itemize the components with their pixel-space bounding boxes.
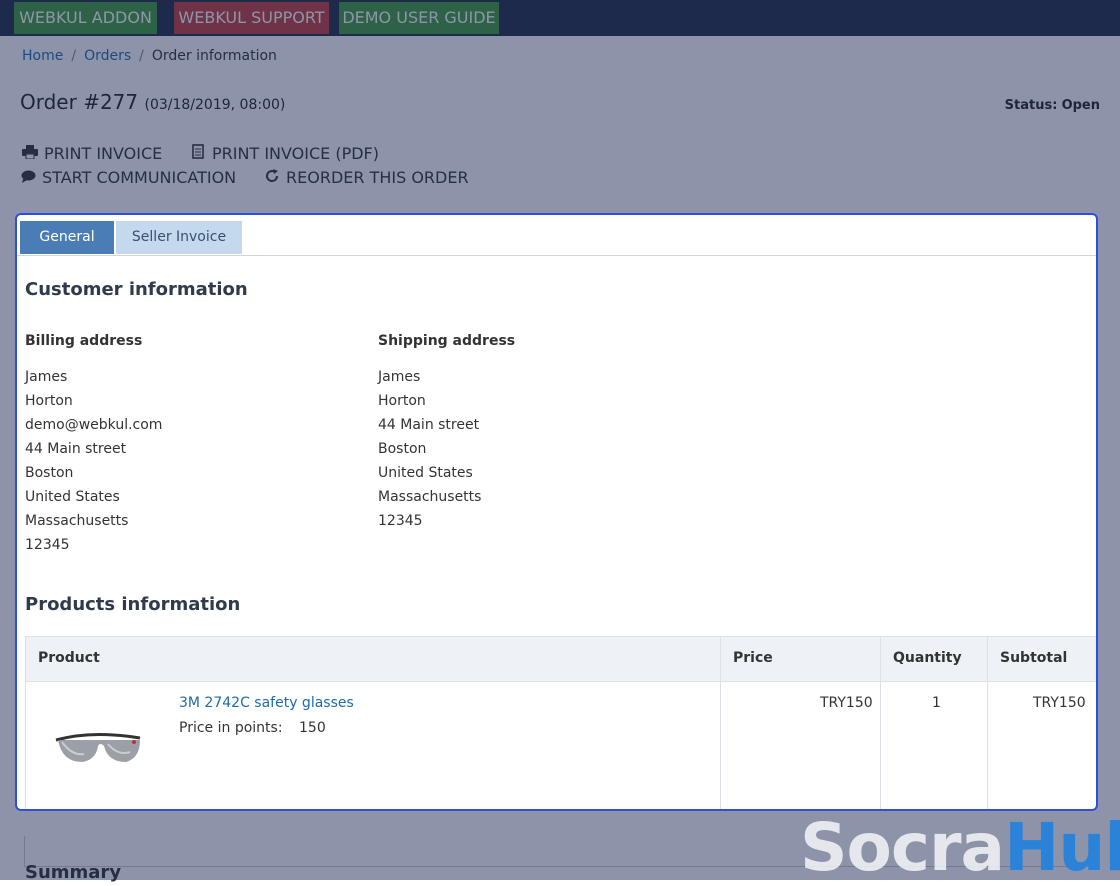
watermark-part-hub: Hub xyxy=(1004,809,1120,886)
product-points-label: Price in points: xyxy=(179,720,283,736)
billing-first-name: James xyxy=(25,369,68,385)
billing-city: Boston xyxy=(25,465,74,481)
column-divider xyxy=(880,636,881,809)
billing-email: demo@webkul.com xyxy=(25,417,163,433)
billing-address-heading: Billing address xyxy=(25,333,143,349)
tab-bar: General Seller Invoice xyxy=(17,215,1096,256)
shipping-first-name: James xyxy=(378,369,421,385)
table-header: Product Price Quantity Subtotal xyxy=(26,636,1096,682)
highlighted-order-panel: General Seller Invoice Customer informat… xyxy=(15,213,1098,811)
billing-zip: 12345 xyxy=(25,537,70,553)
product-points-value: 150 xyxy=(299,720,326,736)
billing-state: Massachusetts xyxy=(25,513,129,529)
watermark-part-socra: Socra xyxy=(800,809,1005,886)
product-price: TRY150 xyxy=(820,695,873,711)
column-product: Product xyxy=(38,650,100,666)
column-subtotal: Subtotal xyxy=(1000,650,1068,666)
column-price: Price xyxy=(733,650,773,666)
tab-seller-invoice[interactable]: Seller Invoice xyxy=(116,221,242,254)
shipping-country: United States xyxy=(378,465,473,481)
shipping-city: Boston xyxy=(378,441,427,457)
customer-information-heading: Customer information xyxy=(25,279,248,300)
product-image[interactable] xyxy=(52,728,144,776)
product-subtotal: TRY150 xyxy=(1033,695,1086,711)
billing-last-name: Horton xyxy=(25,393,73,409)
product-name-link[interactable]: 3M 2742C safety glasses xyxy=(179,695,354,711)
tab-general[interactable]: General xyxy=(20,221,114,254)
column-divider xyxy=(720,636,721,809)
billing-street: 44 Main street xyxy=(25,441,127,457)
product-quantity: 1 xyxy=(932,695,941,711)
shipping-zip: 12345 xyxy=(378,513,423,529)
billing-country: United States xyxy=(25,489,120,505)
column-quantity: Quantity xyxy=(893,650,962,666)
shipping-state: Massachusetts xyxy=(378,489,482,505)
products-table: Product Price Quantity Subtotal 3M 2742C… xyxy=(25,636,1096,809)
shipping-street: 44 Main street xyxy=(378,417,480,433)
column-divider xyxy=(987,636,988,809)
socrahub-watermark: SocraHub xyxy=(800,812,1120,884)
shipping-last-name: Horton xyxy=(378,393,426,409)
products-information-heading: Products information xyxy=(25,594,241,615)
shipping-address-heading: Shipping address xyxy=(378,333,516,349)
